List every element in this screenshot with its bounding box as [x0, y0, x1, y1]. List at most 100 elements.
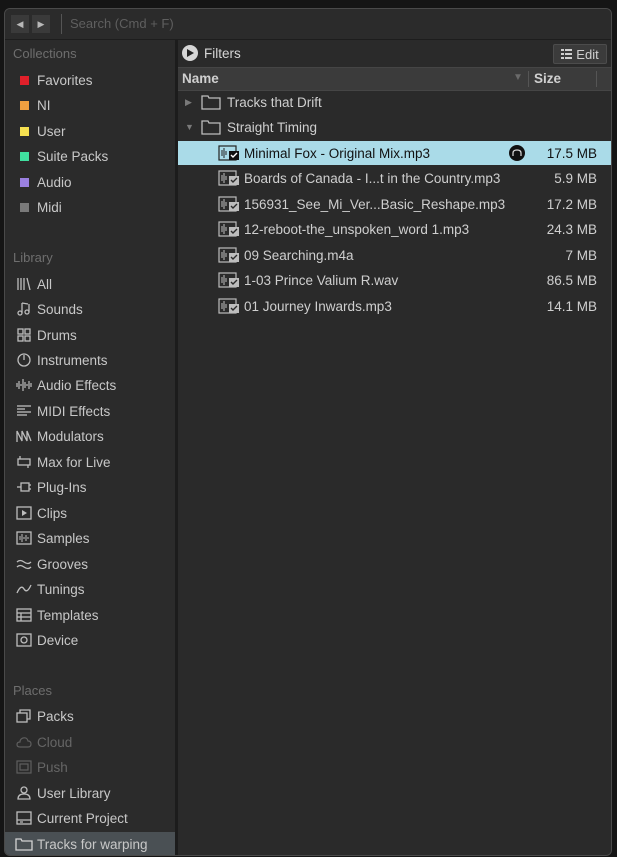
packs-icon [11, 709, 37, 723]
place-label: Packs [37, 708, 74, 724]
library-item-all[interactable]: All [5, 272, 175, 296]
collection-user[interactable]: User [5, 119, 175, 143]
place-label: Cloud [37, 734, 73, 750]
file-row[interactable]: 09 Searching.m4a 7 MB [178, 243, 611, 267]
red-color-tag-icon [19, 75, 29, 85]
row-size: 5.9 MB [554, 170, 597, 186]
library-item-clips[interactable]: Clips [5, 501, 175, 525]
library-label: Plug-Ins [37, 479, 87, 495]
cloud-icon [11, 735, 37, 749]
library-label: Modulators [37, 428, 104, 444]
chevron-right-icon[interactable]: ▶ [32, 15, 50, 33]
edit-button[interactable]: Edit [553, 44, 607, 64]
green-color-tag-icon [19, 151, 29, 161]
expand-arrow-icon[interactable]: ▶ [185, 97, 197, 108]
plugin-connector-icon [11, 480, 37, 494]
library-item-midi-effects[interactable]: MIDI Effects [5, 399, 175, 423]
row-size: 17.2 MB [546, 196, 597, 212]
column-separator[interactable] [528, 71, 529, 87]
library-label: Instruments [37, 352, 108, 368]
row-size: 7 MB [565, 247, 597, 263]
file-row[interactable]: 1-03 Prince Valium R.wav 86.5 MB [178, 268, 611, 292]
content-pane: Filters Edit Name ▼ Size ▶ Tracks that D… [178, 40, 611, 855]
library-label: Max for Live [37, 454, 111, 470]
orange-color-tag-icon [19, 100, 29, 110]
search-input[interactable]: Search (Cmd + F) [61, 14, 603, 34]
library-item-audio-effects[interactable]: Audio Effects [5, 373, 175, 397]
library-item-tunings[interactable]: Tunings [5, 577, 175, 601]
library-item-max-for-live[interactable]: Max for Live [5, 450, 175, 474]
library-label: Sounds [37, 301, 83, 317]
library-item-device[interactable]: Device [5, 628, 175, 652]
row-size: 14.1 MB [546, 298, 597, 314]
library-item-templates[interactable]: Templates [5, 603, 175, 627]
place-user-library[interactable]: User Library [5, 781, 175, 805]
library-item-drums[interactable]: Drums [5, 323, 175, 347]
library-item-samples[interactable]: Samples [5, 526, 175, 550]
audio-file-icon [218, 145, 240, 161]
folder-icon [11, 837, 37, 851]
collection-ni[interactable]: NI [5, 93, 175, 117]
library-label: Templates [37, 607, 99, 623]
collection-label: User [37, 123, 66, 139]
filters-label[interactable]: Filters [204, 46, 241, 61]
row-size: 24.3 MB [546, 221, 597, 237]
library-label: Tunings [37, 581, 85, 597]
library-item-instruments[interactable]: Instruments [5, 348, 175, 372]
file-row[interactable]: 12-reboot-the_unspoken_word 1.mp3 24.3 M… [178, 217, 611, 241]
library-title: Library [13, 250, 53, 265]
collection-midi[interactable]: Midi [5, 195, 175, 219]
place-label: Current Project [37, 810, 128, 826]
project-icon [11, 811, 37, 825]
row-label: 1-03 Prince Valium R.wav [244, 272, 399, 288]
places-title: Places [13, 683, 53, 698]
column-header: Name ▼ Size [178, 67, 611, 91]
folder-row-straight-timing[interactable]: ▼ Straight Timing [178, 115, 611, 139]
library-item-modulators[interactable]: Modulators [5, 424, 175, 448]
place-label: Tracks for warping [37, 836, 148, 852]
file-row-selected[interactable]: Minimal Fox - Original Mix.mp3 17.5 MB [178, 141, 611, 165]
browser-window: ◀ ▶ Search (Cmd + F) Collections Favorit… [4, 8, 612, 856]
file-row[interactable]: 156931_See_Mi_Ver...Basic_Reshape.mp3 17… [178, 192, 611, 216]
column-name-header[interactable]: Name [182, 71, 219, 86]
collection-favorites[interactable]: Favorites [5, 68, 175, 92]
collection-audio[interactable]: Audio [5, 170, 175, 194]
library-label: Grooves [37, 556, 89, 572]
folder-row-tracks-that-drift[interactable]: ▶ Tracks that Drift [178, 90, 611, 114]
device-icon [11, 633, 37, 647]
collection-suite-packs[interactable]: Suite Packs [5, 144, 175, 168]
collection-label: Audio [37, 174, 72, 190]
collection-label: Favorites [37, 72, 93, 88]
audio-file-icon [218, 298, 240, 314]
file-row[interactable]: Boards of Canada - I...t in the Country.… [178, 166, 611, 190]
place-packs[interactable]: Packs [5, 704, 175, 728]
library-label: Audio Effects [37, 377, 117, 393]
edit-list-icon [561, 49, 573, 59]
place-cloud[interactable]: Cloud [5, 730, 175, 754]
column-size-header[interactable]: Size [534, 71, 561, 86]
filters-toggle-icon[interactable] [182, 45, 198, 61]
library-bars-icon [11, 277, 37, 291]
place-push[interactable]: Push [5, 755, 175, 779]
file-row[interactable]: 01 Journey Inwards.mp3 14.1 MB [178, 294, 611, 318]
library-label: Device [37, 632, 79, 648]
audio-file-icon [218, 272, 240, 288]
library-item-grooves[interactable]: Grooves [5, 552, 175, 576]
sample-waveform-icon [11, 531, 37, 545]
midi-effects-icon [11, 404, 37, 418]
audio-file-icon [218, 221, 240, 237]
library-item-plug-ins[interactable]: Plug-Ins [5, 475, 175, 499]
place-tracks-for-warping[interactable]: Tracks for warping [5, 832, 175, 855]
sort-descending-icon[interactable]: ▼ [513, 72, 523, 83]
place-label: User Library [37, 785, 111, 801]
column-separator[interactable] [596, 71, 597, 87]
library-item-sounds[interactable]: Sounds [5, 297, 175, 321]
chevron-left-icon[interactable]: ◀ [11, 15, 29, 33]
collection-label: Suite Packs [37, 148, 109, 164]
collapse-arrow-icon[interactable]: ▼ [185, 122, 197, 132]
row-label: Minimal Fox - Original Mix.mp3 [244, 145, 431, 161]
groove-wave-icon [11, 557, 37, 571]
row-size: 86.5 MB [546, 272, 597, 288]
place-current-project[interactable]: Current Project [5, 806, 175, 830]
preview-headphones-icon[interactable] [509, 145, 525, 161]
